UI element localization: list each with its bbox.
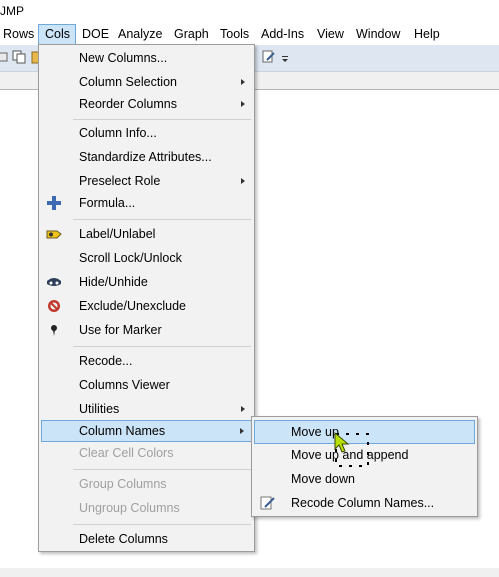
- menu-item-label: Reorder Columns: [79, 97, 177, 111]
- menu-item-delete-columns[interactable]: Delete Columns: [40, 528, 253, 550]
- menu-item-exclude-unexclude[interactable]: Exclude/Unexclude: [40, 295, 253, 317]
- menu-item-label: Recode...: [79, 354, 133, 368]
- edit-pencil-icon[interactable]: [262, 50, 276, 64]
- menu-view[interactable]: View: [312, 24, 349, 45]
- label-tag-icon: [46, 230, 62, 239]
- menu-help[interactable]: Help: [409, 24, 445, 45]
- menu-item-label: Label/Unlabel: [79, 227, 156, 241]
- menu-item-label: New Columns...: [79, 51, 168, 65]
- menu-item-reorder-columns[interactable]: Reorder Columns: [40, 93, 253, 115]
- submenu-arrow-icon: [241, 406, 245, 412]
- menu-item-label: Preselect Role: [79, 174, 161, 188]
- menu-item-label: Utilities: [79, 402, 120, 416]
- menu-item-formula[interactable]: Formula...: [40, 192, 253, 214]
- menu-item-standardize-attributes[interactable]: Standardize Attributes...: [40, 146, 253, 168]
- copy-icon[interactable]: [12, 50, 26, 64]
- submenu-arrow-icon: [241, 101, 245, 107]
- hidden-mask-icon: [47, 278, 61, 286]
- submenu-item-label: Recode Column Names...: [291, 496, 435, 510]
- menu-window[interactable]: Window: [351, 24, 405, 45]
- menu-graph[interactable]: Graph: [169, 24, 214, 45]
- menu-item-columns-viewer[interactable]: Columns Viewer: [40, 374, 253, 396]
- menu-separator: [73, 119, 251, 120]
- menu-item-label: Clear Cell Colors: [79, 446, 174, 460]
- menu-add-ins[interactable]: Add-Ins: [256, 24, 309, 45]
- menu-item-label: Delete Columns: [79, 532, 168, 546]
- menu-tools[interactable]: Tools: [215, 24, 254, 45]
- submenu-item-recode-column-names[interactable]: Recode Column Names...: [253, 491, 476, 515]
- menu-item-label: Group Columns: [79, 477, 167, 491]
- menu-item-column-info[interactable]: Column Info...: [40, 122, 253, 144]
- toolbar-dropdown-icon[interactable]: [281, 50, 289, 64]
- menu-item-label: Ungroup Columns: [79, 501, 180, 515]
- menu-item-new-columns[interactable]: New Columns...: [40, 47, 253, 69]
- submenu-item-label: Move up: [291, 425, 339, 439]
- submenu-arrow-icon: [241, 79, 245, 85]
- menu-separator: [73, 346, 251, 347]
- menu-cols[interactable]: Cols: [38, 24, 76, 45]
- submenu-arrow-icon: [240, 428, 244, 434]
- menu-item-label: Exclude/Unexclude: [79, 299, 187, 313]
- menu-item-clear-cell-colors: Clear Cell Colors: [40, 442, 253, 464]
- menu-item-column-names[interactable]: Column Names: [41, 420, 252, 442]
- cols-dropdown-menu: New Columns... Column Selection Reorder …: [38, 44, 255, 552]
- partial-toolbar-icon[interactable]: [0, 50, 10, 64]
- menu-item-label: Column Selection: [79, 75, 177, 89]
- menu-separator: [73, 469, 251, 470]
- marker-pin-icon: [51, 325, 57, 336]
- menu-analyze[interactable]: Analyze: [113, 24, 167, 45]
- menu-doe[interactable]: DOE: [77, 24, 114, 45]
- status-strip: [0, 568, 499, 577]
- plus-icon: [47, 196, 61, 210]
- menu-rows[interactable]: Rows: [0, 24, 39, 45]
- menu-item-label: Standardize Attributes...: [79, 150, 212, 164]
- menu-item-label: Formula...: [79, 196, 136, 210]
- menu-item-group-columns: Group Columns: [40, 473, 253, 495]
- menu-item-column-selection[interactable]: Column Selection: [40, 71, 253, 93]
- mouse-cursor-icon: [334, 432, 350, 453]
- menu-item-label: Column Info...: [79, 126, 157, 140]
- menu-item-use-for-marker[interactable]: Use for Marker: [40, 319, 253, 341]
- menu-separator: [73, 219, 251, 220]
- menu-bar: Rows Cols DOE Analyze Graph Tools Add-In…: [0, 24, 499, 45]
- submenu-item-move-down[interactable]: Move down: [253, 467, 476, 491]
- title-bar: JMP: [0, 0, 499, 22]
- menu-item-label: Columns Viewer: [79, 378, 170, 392]
- menu-item-scroll-lock[interactable]: Scroll Lock/Unlock: [40, 247, 253, 269]
- submenu-item-label: Move down: [291, 472, 355, 486]
- menu-item-label: Column Names: [79, 424, 166, 438]
- menu-separator: [73, 524, 251, 525]
- menu-item-preselect-role[interactable]: Preselect Role: [40, 170, 253, 192]
- window-title: JMP: [0, 4, 24, 18]
- menu-item-label: Hide/Unhide: [79, 275, 148, 289]
- menu-item-recode[interactable]: Recode...: [40, 350, 253, 372]
- submenu-arrow-icon: [241, 178, 245, 184]
- menu-item-label-unlabel[interactable]: Label/Unlabel: [40, 223, 253, 245]
- menu-item-utilities[interactable]: Utilities: [40, 398, 253, 420]
- menu-item-hide-unhide[interactable]: Hide/Unhide: [40, 271, 253, 293]
- menu-item-label: Use for Marker: [79, 323, 162, 337]
- menu-item-label: Scroll Lock/Unlock: [79, 251, 182, 265]
- exclude-circle-icon: [48, 300, 60, 312]
- menu-item-ungroup-columns: Ungroup Columns: [40, 497, 253, 519]
- recode-pencil-icon: [260, 496, 275, 510]
